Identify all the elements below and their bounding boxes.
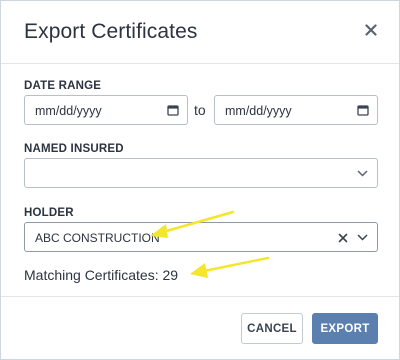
date-to-placeholder: mm/dd/yyyy <box>225 104 292 118</box>
date-to-input[interactable]: mm/dd/yyyy <box>214 95 378 125</box>
close-icon <box>365 24 377 36</box>
chevron-down-icon[interactable] <box>357 234 368 241</box>
holder-label: HOLDER <box>24 207 74 219</box>
export-certificates-dialog: Export Certificates DATE RANGE mm/dd/yyy… <box>0 0 400 360</box>
date-from-input[interactable]: mm/dd/yyyy <box>24 95 188 125</box>
export-button[interactable]: EXPORT <box>312 313 378 344</box>
holder-select[interactable]: ABC CONSTRUCTION <box>24 222 378 252</box>
clear-icon[interactable] <box>338 233 348 243</box>
holder-value: ABC CONSTRUCTION <box>35 231 160 245</box>
dialog-header: Export Certificates <box>1 1 399 64</box>
cancel-button[interactable]: CANCEL <box>241 313 303 344</box>
named-insured-label: NAMED INSURED <box>24 143 124 155</box>
close-button[interactable] <box>359 18 383 42</box>
chevron-down-icon <box>357 170 368 177</box>
calendar-icon[interactable] <box>167 104 179 116</box>
matching-certificates-text: Matching Certificates: 29 <box>24 267 179 283</box>
dialog-footer: CANCEL EXPORT <box>1 296 399 360</box>
calendar-icon[interactable] <box>357 104 369 116</box>
date-from-placeholder: mm/dd/yyyy <box>35 104 102 118</box>
dialog-title: Export Certificates <box>24 20 198 43</box>
date-range-to-text: to <box>194 102 206 118</box>
named-insured-select[interactable] <box>24 158 378 188</box>
date-range-label: DATE RANGE <box>24 80 102 92</box>
